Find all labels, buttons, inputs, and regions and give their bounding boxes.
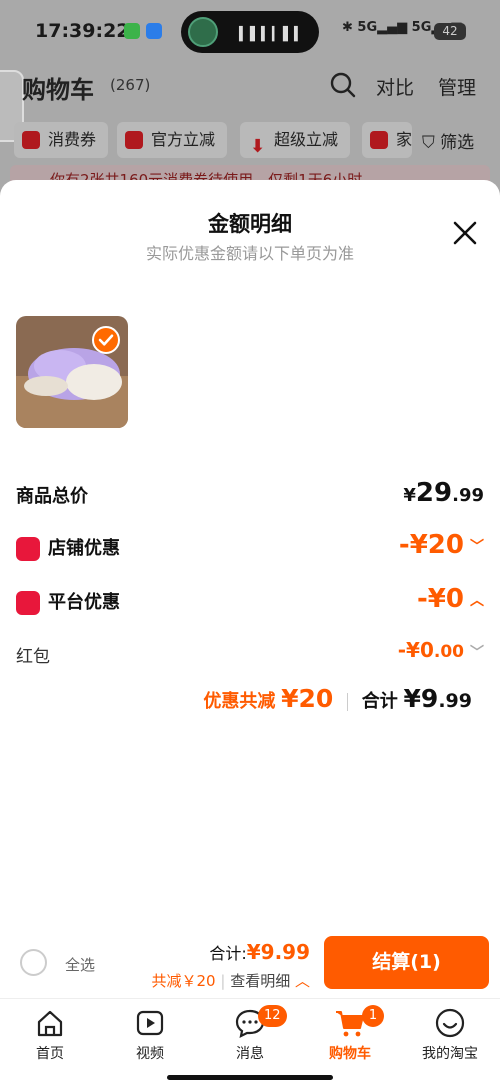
- platform-discount-row[interactable]: 平台优惠 -¥0 ︿: [16, 584, 484, 622]
- media-avatar: [188, 17, 218, 47]
- saved-value: ¥20: [281, 684, 334, 713]
- chevron-up-icon: ︿: [294, 972, 310, 990]
- chip-super[interactable]: ⬇ 超级立减: [240, 122, 351, 158]
- tab-video[interactable]: 视频: [110, 1007, 190, 1067]
- compare-button[interactable]: 对比: [376, 73, 414, 100]
- manage-button[interactable]: 管理: [438, 73, 476, 100]
- chip-official[interactable]: 官方立减: [117, 122, 228, 158]
- status-time: 17:39:22: [35, 20, 130, 42]
- store-discount-value: -¥20 ﹀: [398, 530, 484, 560]
- chevron-up-icon: ︿: [470, 592, 484, 609]
- messages-badge: 12: [258, 1005, 287, 1027]
- profile-icon: [435, 1008, 465, 1038]
- home-indicator[interactable]: [167, 1075, 333, 1080]
- checkout-button[interactable]: 结算(1): [324, 936, 489, 989]
- filter-button[interactable]: ⛉ 筛选: [422, 128, 474, 153]
- wechat-icon: [124, 23, 140, 39]
- saved-label: 优惠共减: [203, 691, 276, 712]
- chip-more[interactable]: 家: [362, 122, 412, 158]
- red-packet-label: 红包: [16, 647, 50, 667]
- total-price-label: 商品总价: [16, 486, 88, 507]
- official-icon: [125, 131, 143, 149]
- cart-count: (267): [110, 76, 151, 94]
- voucher-icon: [22, 131, 40, 149]
- summary-line: 优惠共减 ¥20 合计 ¥9.99: [203, 684, 472, 713]
- cart-title: 购物车: [22, 76, 94, 104]
- selected-check-icon[interactable]: [92, 326, 120, 354]
- tab-my-taobao[interactable]: 我的淘宝: [410, 1007, 490, 1067]
- close-icon[interactable]: [452, 220, 478, 246]
- down-arrow-icon: ⬇: [250, 136, 266, 157]
- sum-label: 合计: [361, 691, 398, 712]
- view-detail-link[interactable]: 查看明细 ︿: [230, 972, 310, 990]
- platform-icon: [16, 591, 40, 615]
- red-packet-value: -¥0.00 ﹀: [397, 638, 484, 662]
- home-goods-icon: [370, 131, 388, 149]
- battery-icon: 42: [434, 23, 466, 40]
- total-price-value: ¥29.99: [403, 478, 484, 508]
- video-icon: [136, 1010, 164, 1036]
- platform-discount-label: 平台优惠: [48, 592, 120, 613]
- dynamic-island: ▍▌▍▎▌▍: [181, 11, 319, 53]
- store-discount-row[interactable]: 店铺优惠 -¥20 ﹀: [16, 530, 484, 568]
- red-packet-row[interactable]: 红包 -¥0.00 ﹀: [16, 638, 484, 676]
- cart-icon: [336, 1011, 364, 1037]
- home-icon: [37, 1010, 63, 1037]
- screen: 17:39:22 ▍▌▍▎▌▍ ✱ 5G▂▄▆ 5G▂▄▆ 42 购物车 (26…: [0, 0, 500, 1089]
- tab-cart[interactable]: 购物车 1: [310, 1005, 390, 1067]
- search-icon[interactable]: [330, 72, 356, 98]
- divider: [347, 693, 349, 711]
- select-all-label[interactable]: 全选: [65, 954, 95, 975]
- checkout-bar: 全选 合计:¥9.99 共减￥20 | 查看明细 ︿ 结算(1): [0, 928, 500, 998]
- chip-voucher[interactable]: 消费券: [14, 122, 109, 158]
- sheet-title: 金额明细: [208, 212, 292, 236]
- chevron-down-icon: ﹀: [470, 538, 484, 555]
- bar-savings: 共减￥20 | 查看明细 ︿: [151, 972, 310, 990]
- sum-value: ¥9.99: [403, 684, 472, 713]
- status-bar: 17:39:22 ▍▌▍▎▌▍ ✱ 5G▂▄▆ 5G▂▄▆ 42: [0, 0, 500, 60]
- tab-home[interactable]: 首页: [10, 1007, 90, 1067]
- audio-wave-icon: ▍▌▍▎▌▍: [239, 27, 305, 42]
- bar-total: 合计:¥9.99: [209, 940, 310, 964]
- sheet-subtitle: 实际优惠金额请以下单页为准: [145, 244, 354, 263]
- store-discount-label: 店铺优惠: [48, 538, 120, 559]
- tab-messages[interactable]: 消息 12: [210, 1005, 290, 1067]
- navigation-icon: [146, 23, 162, 39]
- cart-badge: 1: [362, 1005, 384, 1027]
- total-price-row: 商品总价 ¥29.99: [16, 478, 484, 516]
- platform-discount-value: -¥0 ︿: [417, 584, 484, 614]
- chevron-down-icon: ﹀: [470, 644, 484, 661]
- store-icon: [16, 537, 40, 561]
- select-all-radio[interactable]: [20, 949, 47, 976]
